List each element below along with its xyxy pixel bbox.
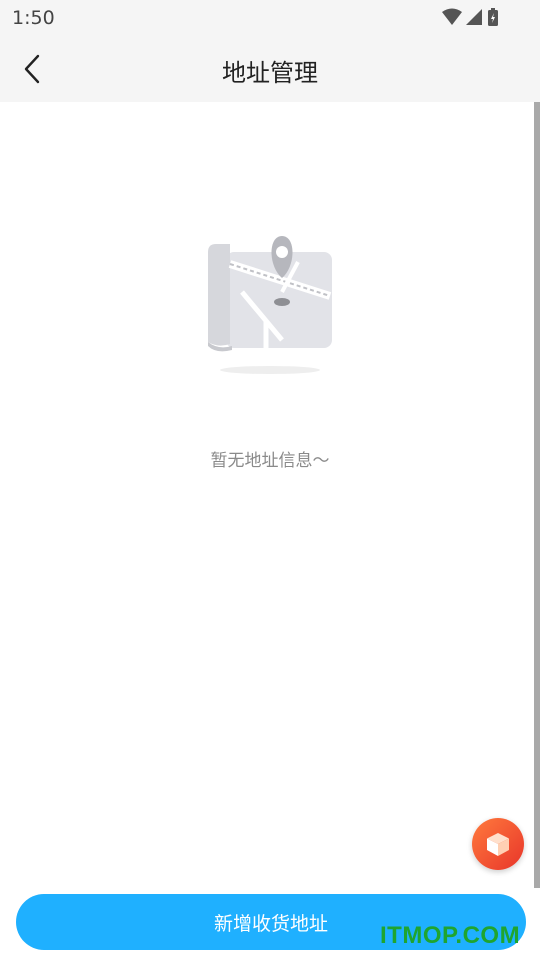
status-icons	[442, 8, 498, 26]
status-bar: 1:50	[0, 0, 540, 36]
page-title: 地址管理	[222, 59, 318, 87]
battery-charging-icon	[488, 8, 498, 26]
map-pin-icon	[208, 236, 332, 374]
scrollbar[interactable]	[534, 102, 540, 888]
wifi-icon	[442, 8, 462, 25]
status-time: 1:50	[12, 7, 55, 29]
cellular-signal-icon	[466, 9, 482, 25]
watermark: ITMOP.COM	[380, 922, 521, 949]
empty-state-message: 暂无地址信息～	[210, 451, 330, 471]
floating-box-button[interactable]	[472, 818, 524, 870]
app-bar: 地址管理	[0, 36, 540, 102]
box-icon	[487, 833, 509, 856]
